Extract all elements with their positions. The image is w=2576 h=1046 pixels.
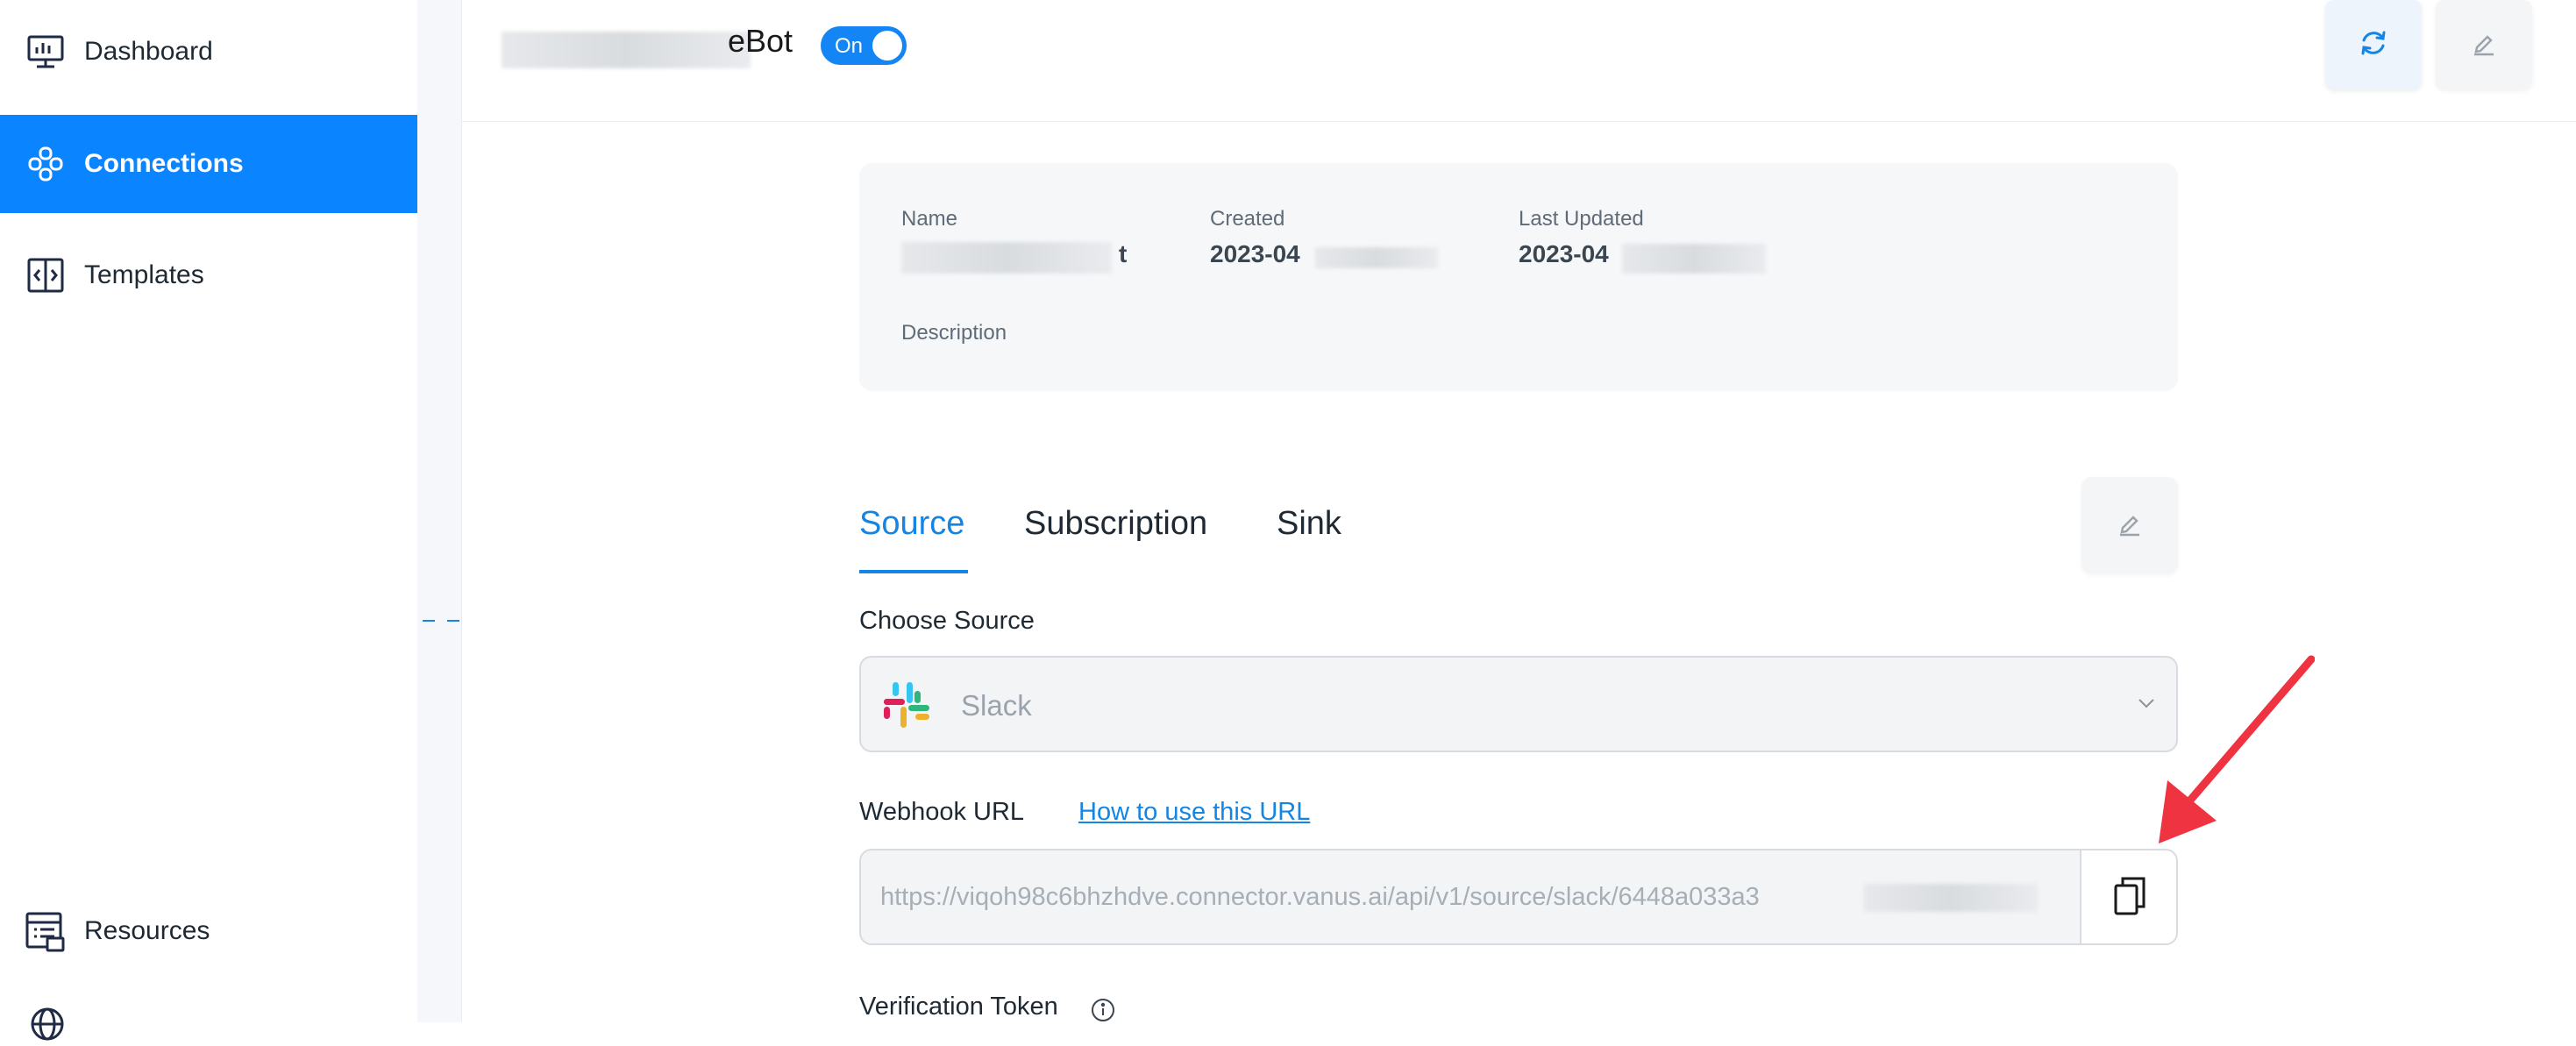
toggle-knob xyxy=(872,31,902,60)
resources-icon xyxy=(25,910,67,952)
name-value: t xyxy=(1119,240,1128,267)
status-toggle[interactable]: On xyxy=(821,26,907,65)
dashboard-icon xyxy=(25,31,67,73)
pencil-icon xyxy=(2471,30,2497,60)
sidebar-item-label: Templates xyxy=(84,260,204,289)
templates-icon xyxy=(25,254,67,296)
copy-icon xyxy=(2110,873,2149,921)
redacted-name xyxy=(901,242,1112,274)
updated-value: 2023-04 xyxy=(1519,240,1609,267)
refresh-button[interactable] xyxy=(2325,0,2422,89)
connections-icon xyxy=(25,143,67,185)
edit-source-button[interactable] xyxy=(2081,477,2178,573)
pencil-icon xyxy=(2117,510,2143,541)
source-select[interactable]: Slack xyxy=(859,656,2178,752)
created-value: 2023-04 xyxy=(1210,240,1300,267)
slack-icon xyxy=(880,679,933,736)
sidebar: Dashboard Connections Templates Resource… xyxy=(0,0,418,1041)
info-icon[interactable] xyxy=(1091,998,1115,1027)
webhook-url-field xyxy=(859,849,2178,945)
annotation-arrow xyxy=(2159,655,2315,843)
redacted-updated xyxy=(1622,244,1766,274)
sidebar-gutter xyxy=(417,0,462,1022)
sidebar-item-label: Resources xyxy=(84,916,210,945)
redacted-url-tail xyxy=(1864,884,2038,912)
updated-label: Last Updated xyxy=(1519,207,1644,231)
name-label: Name xyxy=(901,207,958,231)
redacted-title xyxy=(502,32,751,68)
tab-sink[interactable]: Sink xyxy=(1277,505,1341,543)
globe-icon[interactable] xyxy=(30,1007,65,1046)
sidebar-item-templates[interactable]: Templates xyxy=(0,226,417,324)
sidebar-item-dashboard[interactable]: Dashboard xyxy=(0,3,417,101)
created-label: Created xyxy=(1210,207,1285,231)
how-to-use-url-link[interactable]: How to use this URL xyxy=(1078,798,1310,827)
tab-source[interactable]: Source xyxy=(859,505,964,543)
page-header xyxy=(462,0,2576,122)
refresh-icon xyxy=(2358,27,2389,63)
page-title: eBot xyxy=(728,23,793,59)
connection-info-card: Name t Created 2023-04 Last Updated 2023… xyxy=(859,163,2178,391)
description-label: Description xyxy=(901,321,1007,345)
verification-token-label: Verification Token xyxy=(859,993,1058,1021)
sidebar-item-connections[interactable]: Connections xyxy=(0,115,417,213)
active-tab-indicator xyxy=(859,570,968,573)
sidebar-item-resources[interactable]: Resources xyxy=(0,882,417,980)
divider-handle[interactable] xyxy=(423,619,459,623)
redacted-created xyxy=(1315,247,1438,268)
copy-url-button[interactable] xyxy=(2080,850,2176,943)
choose-source-label: Choose Source xyxy=(859,607,1035,635)
selected-source: Slack xyxy=(961,689,1032,722)
sidebar-item-label: Dashboard xyxy=(84,37,213,66)
webhook-url-label: Webhook URL xyxy=(859,798,1025,826)
edit-connection-button[interactable] xyxy=(2436,0,2532,89)
sidebar-item-label: Connections xyxy=(84,149,244,178)
toggle-label: On xyxy=(835,34,864,58)
tab-subscription[interactable]: Subscription xyxy=(1024,505,1207,543)
